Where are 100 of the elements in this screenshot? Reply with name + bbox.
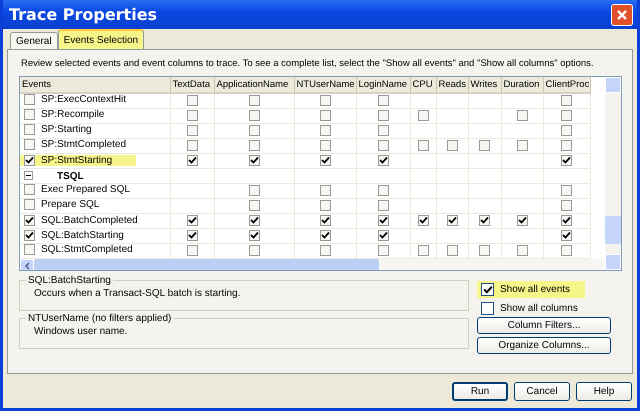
checkbox[interactable]	[320, 245, 330, 256]
checkbox[interactable]	[418, 215, 428, 226]
checkbox[interactable]	[378, 140, 388, 152]
group-title: SQL:BatchStarting	[27, 275, 112, 286]
checkbox[interactable]	[24, 214, 35, 226]
checkbox[interactable]	[378, 110, 388, 122]
column-header[interactable]: Events	[20, 77, 170, 93]
checkbox[interactable]	[561, 215, 572, 226]
checkbox[interactable]	[561, 140, 572, 152]
checkbox[interactable]	[24, 230, 35, 240]
checkbox[interactable]	[561, 125, 572, 136]
checkbox[interactable]	[186, 140, 198, 152]
checkbox[interactable]	[561, 185, 572, 196]
checkbox[interactable]	[561, 95, 572, 106]
dialog-button[interactable]: Organize Columns...	[477, 337, 611, 354]
close-button[interactable]	[611, 4, 633, 26]
checkbox[interactable]	[479, 215, 490, 226]
checkbox[interactable]	[378, 185, 388, 196]
checkbox[interactable]	[561, 230, 572, 242]
checkbox[interactable]	[320, 95, 330, 106]
column-header[interactable]: ClientProc	[543, 77, 590, 93]
checkbox[interactable]	[479, 245, 490, 256]
checkbox[interactable]	[446, 215, 458, 226]
event-description: Occurs when a Transact-SQL batch is starting.	[34, 288, 242, 299]
checkbox[interactable]	[24, 94, 35, 105]
checkbox[interactable]	[378, 215, 388, 226]
checkbox[interactable]	[24, 124, 35, 135]
checkbox[interactable]	[248, 215, 260, 226]
checkbox[interactable]	[24, 184, 35, 195]
column-header[interactable]: Duration	[501, 77, 543, 93]
column-header[interactable]: NTUserName	[294, 77, 356, 93]
checkbox[interactable]	[248, 155, 260, 166]
checkbox[interactable]	[418, 110, 428, 122]
checkbox[interactable]	[516, 110, 528, 122]
checkbox[interactable]	[248, 125, 260, 136]
checkbox[interactable]	[186, 125, 198, 136]
checkbox[interactable]	[186, 95, 198, 106]
column-header[interactable]: ApplicationName	[214, 77, 294, 93]
checkbox[interactable]	[248, 110, 260, 122]
instructions-text: Review selected events and event columns to trace. To see a complete list, select the "Show all events" and "Show all columns" options.	[21, 58, 595, 70]
checkbox[interactable]	[561, 155, 572, 166]
checkbox[interactable]	[24, 154, 35, 166]
checkbox[interactable]	[248, 140, 260, 152]
checkbox[interactable]	[248, 185, 260, 196]
checkbox[interactable]	[248, 245, 260, 256]
tab[interactable]: General	[10, 32, 58, 49]
checkbox[interactable]	[418, 140, 428, 152]
column-header[interactable]: TextData	[170, 77, 214, 93]
checkbox[interactable]	[378, 245, 388, 256]
checkbox[interactable]	[446, 245, 458, 256]
checkbox[interactable]	[248, 230, 260, 242]
checkbox[interactable]	[320, 140, 330, 152]
column-header[interactable]: LoginName	[356, 77, 410, 93]
checkbox[interactable]	[24, 199, 35, 210]
checkbox[interactable]	[378, 125, 388, 136]
dialog-button[interactable]: Run	[452, 382, 508, 401]
checkbox[interactable]	[320, 155, 330, 166]
checkbox[interactable]	[320, 110, 330, 122]
dialog-button[interactable]: Help	[576, 382, 632, 401]
checkbox[interactable]	[378, 155, 388, 166]
checkbox[interactable]	[446, 140, 458, 152]
dialog-button[interactable]: Cancel	[514, 382, 570, 401]
checkbox[interactable]	[479, 140, 490, 152]
checkbox[interactable]	[186, 215, 198, 226]
checkbox[interactable]	[24, 109, 35, 120]
checkbox[interactable]	[248, 95, 260, 106]
option-checkbox[interactable]: Show all events	[477, 281, 585, 298]
checkbox[interactable]	[378, 95, 388, 106]
checkbox[interactable]	[516, 215, 528, 226]
checkbox[interactable]	[320, 230, 330, 242]
checkbox[interactable]	[516, 140, 528, 152]
column-header[interactable]: CPU	[410, 77, 436, 93]
tab[interactable]: Events Selection	[58, 29, 144, 49]
checkbox[interactable]	[561, 245, 572, 256]
column-header[interactable]: Writes	[468, 77, 501, 93]
dialog-button[interactable]: Column Filters...	[477, 317, 611, 334]
checkbox[interactable]	[248, 200, 260, 212]
checkbox[interactable]	[186, 245, 198, 256]
checkbox[interactable]	[561, 200, 572, 212]
checkbox[interactable]	[320, 215, 330, 226]
checkbox[interactable]	[378, 230, 388, 242]
horizontal-scrollbar[interactable]	[20, 259, 605, 270]
collapse-toggle[interactable]	[24, 171, 33, 180]
checkbox[interactable]	[378, 200, 388, 212]
checkbox[interactable]	[186, 155, 198, 166]
checkbox[interactable]	[24, 244, 35, 255]
column-description: Windows user name.	[34, 326, 128, 337]
checkbox[interactable]	[516, 245, 528, 256]
checkbox[interactable]	[186, 110, 198, 122]
column-header[interactable]: Reads	[436, 77, 468, 93]
checkbox[interactable]	[418, 245, 428, 256]
checkbox[interactable]	[320, 185, 330, 196]
vertical-scrollbar[interactable]	[605, 77, 621, 270]
option-checkbox[interactable]: Show all columns	[477, 300, 585, 317]
checkbox[interactable]	[24, 139, 35, 150]
checkbox[interactable]	[320, 125, 330, 136]
checkbox[interactable]	[186, 230, 198, 242]
event-name: SP:StmtCompleted	[41, 139, 126, 150]
checkbox[interactable]	[320, 200, 330, 212]
checkbox[interactable]	[561, 110, 572, 122]
